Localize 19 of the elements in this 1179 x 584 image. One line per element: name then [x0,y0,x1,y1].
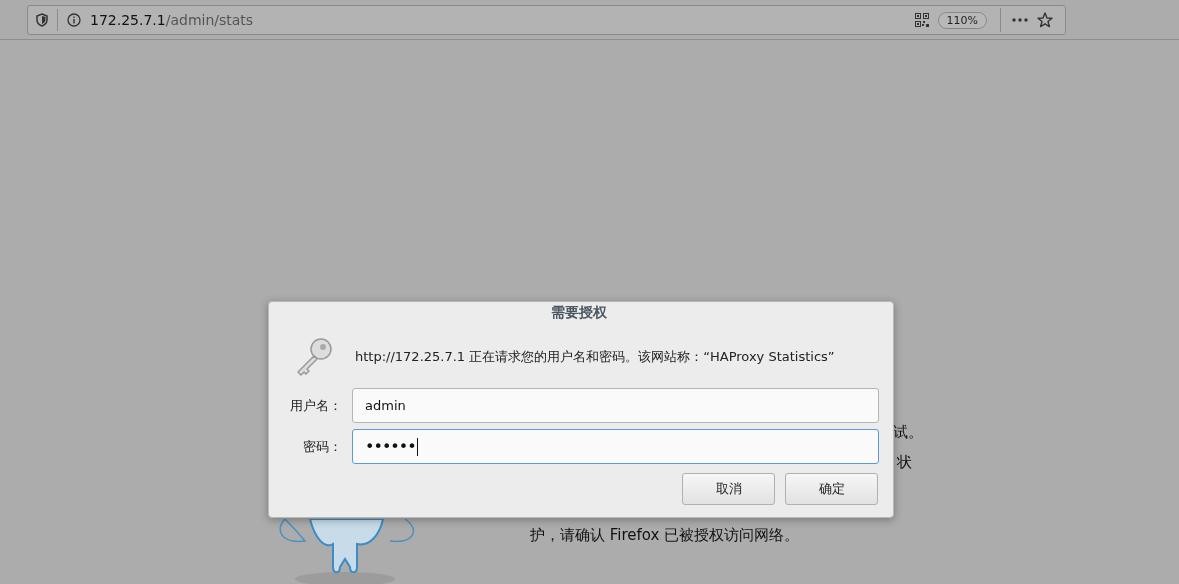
field-label: 用户名： [289,396,343,415]
dialog-message: http://172.25.7.1 正在请求您的用户名和密码。该网站称：“HAProxy Statistics” [355,348,835,366]
dialog-title: 需要授权 [550,304,608,322]
qr-code-icon[interactable] [914,13,929,27]
error-text-line: 护，请确认 Firefox 已被授权访问网络。 [530,526,800,545]
password-field[interactable]: •••••• [352,429,879,464]
error-text-fragment: 状 [897,453,912,472]
bookmark-star-icon[interactable] [1037,12,1053,28]
info-icon[interactable] [67,13,81,27]
more-icon[interactable] [1012,18,1028,22]
zoom-level-badge[interactable]: 110% [937,11,987,29]
error-text-fragment: 试。 [893,423,923,442]
field-label: 密码： [302,437,343,456]
username-field[interactable]: admin [352,388,879,423]
ok-button[interactable]: 确定 [785,473,878,505]
cancel-button[interactable]: 取消 [682,473,775,505]
address-bar[interactable]: 172.25.7.1/admin/stats 110% [27,5,1066,35]
shield-icon[interactable] [36,13,48,27]
url-text: 172.25.7.1/admin/stats [90,12,254,28]
